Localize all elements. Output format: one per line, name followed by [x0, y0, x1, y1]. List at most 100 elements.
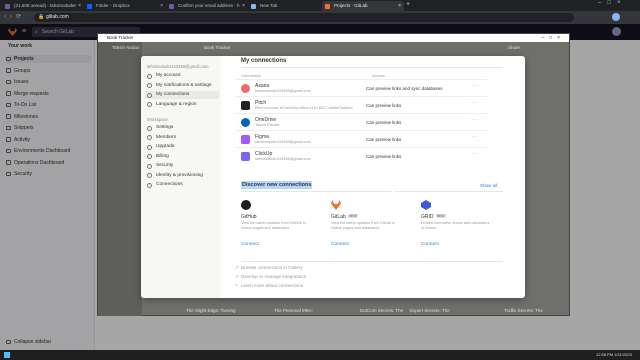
- help-icon: ?: [235, 283, 238, 288]
- close-icon[interactable]: ×: [242, 1, 245, 11]
- connection-row[interactable]: Pitch Pitch Account: fb7ab0b0e-d4bd-4340…: [235, 96, 487, 113]
- settings-item-language[interactable]: Language & region: [145, 101, 219, 109]
- connection-card-grid: GRID NEW Embed interactive charts and cal…: [421, 200, 499, 260]
- show-all-link[interactable]: Show all: [480, 183, 497, 188]
- browser-tab[interactable]: New Tab×: [248, 1, 330, 11]
- connection-access: Can preview links: [366, 136, 402, 142]
- connection-access: Can preview links: [366, 102, 402, 108]
- develop-integrations-link[interactable]: ↗ Develop or manage integrations: [235, 274, 306, 279]
- settings-item-upgrade[interactable]: Upgrade: [145, 143, 219, 151]
- tab-label: Folder - Dropbox: [96, 3, 130, 8]
- card-description: Embed interactive charts and calculators…: [421, 221, 490, 230]
- settings-item-notifications[interactable]: My notifications & settings: [145, 82, 219, 90]
- new-tab-icon: [251, 3, 256, 9]
- close-icon[interactable]: ×: [78, 1, 81, 11]
- gallery-card-title[interactable]: DotCom Secrets: The: [360, 308, 403, 313]
- settings-item-billing[interactable]: Billing: [145, 153, 219, 161]
- browser-tab[interactable]: Confirm your email address - h ×: [166, 1, 248, 11]
- connect-button[interactable]: Connect: [241, 242, 259, 247]
- gallery-card-title[interactable]: Expert Secrets: The: [410, 308, 450, 313]
- browser-toolbar: ‹›⟳ 🔒 gitlab.com: [0, 11, 640, 24]
- grid-icon: [147, 182, 152, 188]
- window-controls[interactable]: –□×: [598, 0, 626, 6]
- more-options-icon[interactable]: ···: [471, 83, 479, 89]
- connection-account: tahsinoduder123456@gmail.com: [255, 140, 311, 144]
- connection-name: OneDrive: [255, 116, 277, 123]
- settings-item-label: Members: [156, 134, 176, 140]
- connection-account: tahsinoduder123456@gmail.com: [255, 89, 311, 93]
- nav-buttons[interactable]: ‹›⟳: [4, 13, 25, 20]
- more-options-icon[interactable]: ···: [471, 151, 479, 157]
- card-title: GRID NEW: [421, 214, 446, 220]
- connection-account: Pitch Account: fb7ab0b0e-d4bd-4340-8017-…: [255, 106, 353, 110]
- settings-item-identity[interactable]: Identity & provisioning: [145, 172, 219, 180]
- settings-item-settings[interactable]: Settings: [145, 124, 219, 132]
- browser-tab[interactable]: (21,608 unread) - tahsinoduder ×: [2, 1, 84, 11]
- settings-item-members[interactable]: Members: [145, 134, 219, 142]
- settings-item-connections[interactable]: Connections: [145, 181, 219, 189]
- link-icon: [147, 92, 152, 98]
- connection-row[interactable]: ClickUp tahsinoduder123456@gmail.com Can…: [235, 147, 487, 164]
- window-controls[interactable]: –□×: [541, 34, 565, 42]
- asana-icon: [241, 84, 250, 93]
- tab-label: Projects · GitLab: [334, 3, 368, 8]
- workspace-name[interactable]: Tahsin Nodun: [112, 45, 140, 50]
- gitlab-icon: [331, 200, 341, 210]
- close-icon[interactable]: ×: [398, 1, 401, 11]
- settings-item-label: Settings: [156, 125, 174, 130]
- arrow-icon: ↗: [235, 274, 239, 279]
- connection-row[interactable]: Figma tahsinoduder123456@gmail.com Can p…: [235, 130, 487, 147]
- dropbox-icon: [87, 3, 92, 9]
- settings-sidebar: tahsinoduder123456@gmail.com My account …: [141, 56, 221, 298]
- connection-card-github: GitHub View the latest updates from GitH…: [241, 200, 319, 260]
- settings-item-label: Security: [156, 163, 174, 168]
- browser-tab-bar: (21,608 unread) - tahsinoduder × Folder -…: [0, 0, 640, 11]
- settings-item-security[interactable]: Security: [145, 162, 219, 170]
- connect-button[interactable]: Connect: [331, 242, 349, 247]
- browser-tab-active[interactable]: Projects · GitLab ×: [322, 1, 404, 11]
- os-taskbar: 12:58 PM 1/21/2023: [0, 350, 640, 360]
- browse-gallery-link[interactable]: ↗ Browse connections in Gallery: [235, 265, 303, 270]
- avatar[interactable]: [612, 13, 620, 21]
- more-options-icon[interactable]: ···: [471, 117, 479, 123]
- card-title: GitHub: [241, 214, 257, 220]
- settings-modal: tahsinoduder123456@gmail.com My account …: [141, 56, 525, 298]
- divider: [241, 191, 503, 192]
- connection-row[interactable]: Asana tahsinoduder123456@gmail.com Can p…: [235, 79, 487, 96]
- start-icon[interactable]: [4, 352, 10, 358]
- connection-name: Pitch: [255, 99, 267, 106]
- card-title: GitLab NEW: [331, 214, 359, 220]
- browser-tab[interactable]: Folder - Dropbox ×: [84, 1, 166, 11]
- gallery-card-title[interactable]: Traffic Secrets: The: [504, 308, 543, 313]
- more-options-icon[interactable]: ···: [471, 134, 479, 140]
- close-icon[interactable]: ×: [160, 1, 163, 11]
- settings-item-label: My notifications & settings: [156, 82, 212, 88]
- discover-title: Discover new connections: [241, 181, 313, 189]
- card-name: GRID: [421, 214, 434, 220]
- connect-button[interactable]: Connect: [421, 242, 439, 247]
- learn-more-link[interactable]: ? Learn more about connections: [235, 283, 303, 288]
- settings-item-my-account[interactable]: My account: [145, 72, 219, 80]
- share-button[interactable]: Share: [508, 45, 520, 50]
- gallery-card-title[interactable]: The Personal MBA:: [274, 308, 313, 313]
- gallery-card-title[interactable]: The Slight Edge: Turning: [186, 308, 236, 313]
- settings-item-label: Billing: [156, 153, 169, 159]
- notion-sidebar: Tahsin Nodun: [98, 42, 142, 316]
- upgrade-icon: [147, 144, 152, 150]
- connection-name: Asana: [255, 82, 270, 89]
- connection-row[interactable]: OneDrive Tahsin Oduder Can preview links…: [235, 113, 487, 130]
- card-name: GitLab: [331, 214, 346, 220]
- card-description: View the latest updates from GitHub in N…: [241, 221, 306, 230]
- settings-item-label: Upgrade: [156, 144, 175, 149]
- breadcrumb[interactable]: Book Tracker: [204, 45, 231, 50]
- new-tab-button[interactable]: +: [406, 1, 410, 8]
- connection-access: Can preview links and sync databases: [366, 85, 443, 91]
- connection-access: Can preview links: [366, 119, 402, 125]
- settings-item-my-connections[interactable]: My connections: [145, 91, 219, 99]
- account-email: tahsinoduder123456@gmail.com: [147, 64, 209, 69]
- more-options-icon[interactable]: ···: [471, 100, 479, 106]
- address-bar[interactable]: 🔒 gitlab.com: [34, 13, 574, 22]
- lock-icon: 🔒: [38, 14, 45, 20]
- card-name: GitHub: [241, 214, 257, 220]
- gear-icon: [147, 125, 152, 131]
